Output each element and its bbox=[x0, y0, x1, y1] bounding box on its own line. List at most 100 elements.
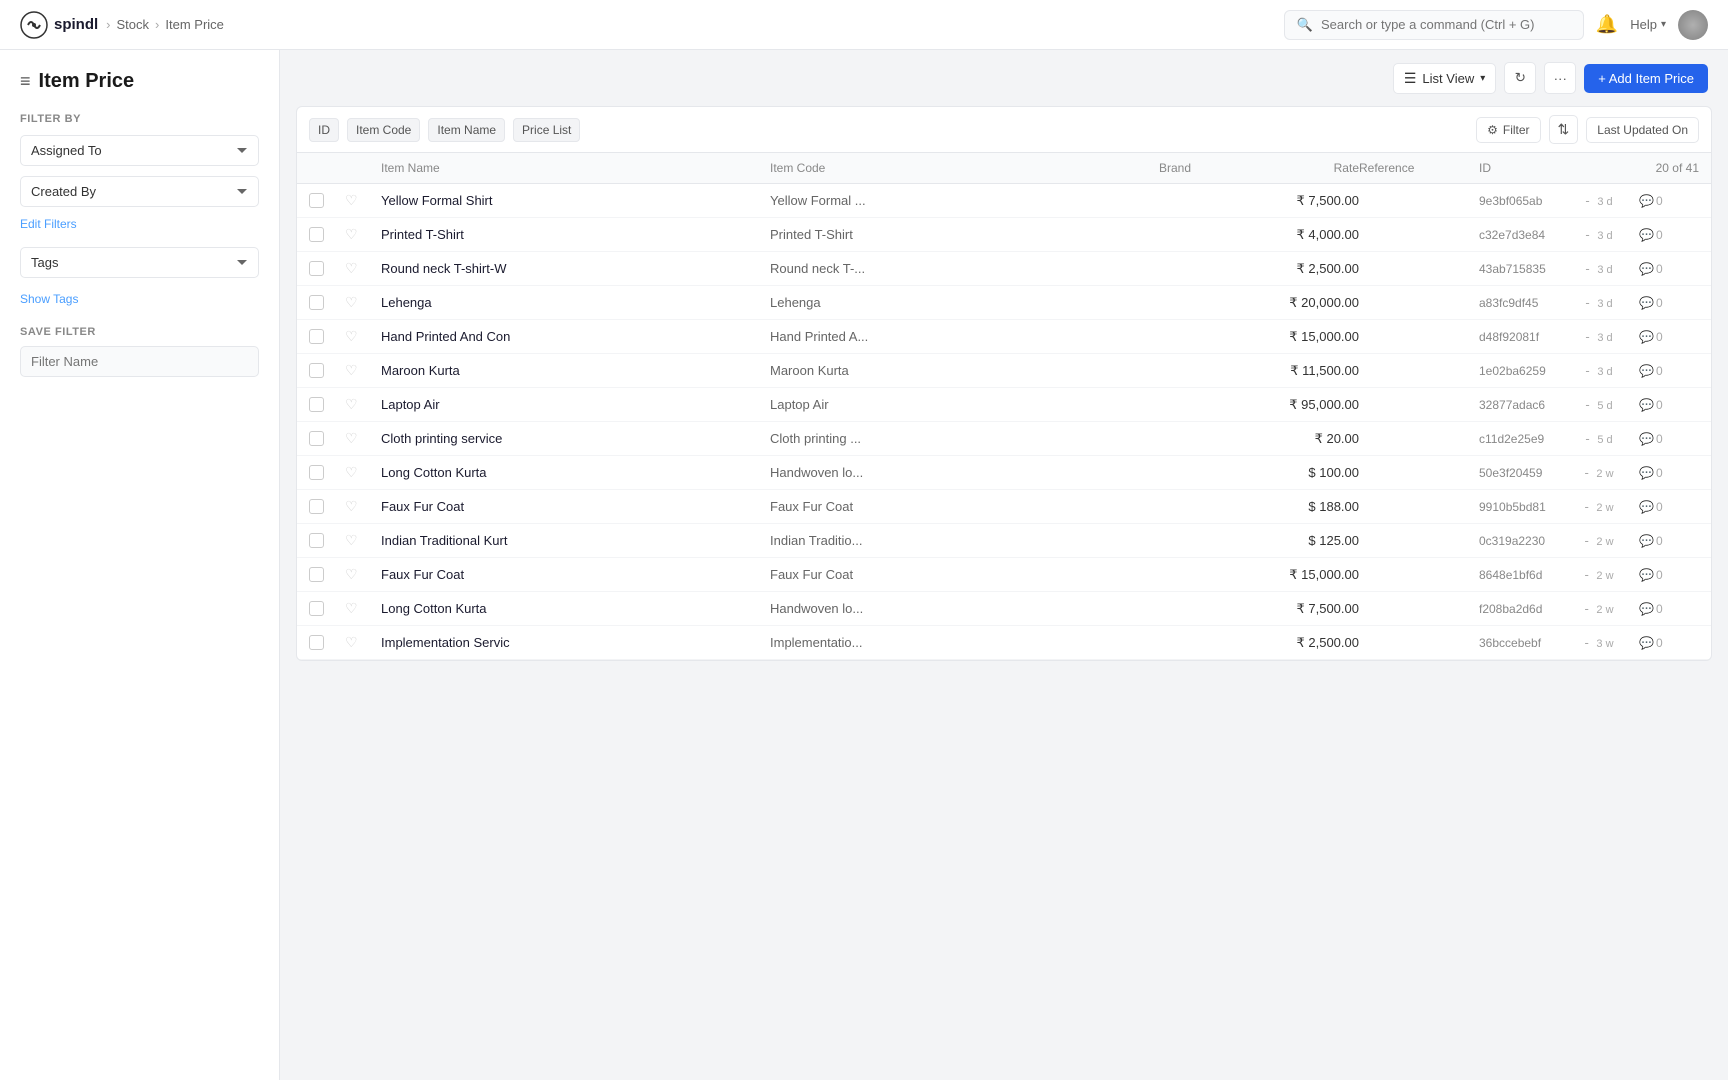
tags-select[interactable]: Tags bbox=[20, 247, 259, 278]
row-checkbox[interactable] bbox=[309, 193, 324, 208]
header-brand: Brand bbox=[1159, 161, 1259, 175]
table-row[interactable]: ♡ Hand Printed And Con Hand Printed A...… bbox=[297, 320, 1711, 354]
row-checkbox[interactable] bbox=[309, 601, 324, 616]
row-checkbox[interactable] bbox=[309, 261, 324, 276]
row-dash: - 3 d bbox=[1559, 295, 1639, 310]
row-checkbox-cell bbox=[309, 193, 345, 208]
favorite-icon[interactable]: ♡ bbox=[345, 464, 358, 480]
table-header: Item Name Item Code Brand Rate Reference… bbox=[297, 153, 1711, 184]
row-checkbox-cell bbox=[309, 431, 345, 446]
list-view-button[interactable]: ☰ List View ▾ bbox=[1393, 63, 1496, 94]
item-name-filter-tag[interactable]: Item Name bbox=[428, 118, 505, 142]
table-row[interactable]: ♡ Cloth printing service Cloth printing … bbox=[297, 422, 1711, 456]
table-row[interactable]: ♡ Yellow Formal Shirt Yellow Formal ... … bbox=[297, 184, 1711, 218]
list-view-icon: ☰ bbox=[1404, 70, 1417, 87]
item-name-filter-label: Item Name bbox=[437, 123, 496, 137]
row-item-code: Implementatio... bbox=[770, 635, 1159, 650]
avatar[interactable] bbox=[1678, 10, 1708, 40]
created-by-select[interactable]: Created By bbox=[20, 176, 259, 207]
table-row[interactable]: ♡ Printed T-Shirt Printed T-Shirt ₹ 4,00… bbox=[297, 218, 1711, 252]
table-row[interactable]: ♡ Maroon Kurta Maroon Kurta ₹ 11,500.00 … bbox=[297, 354, 1711, 388]
assigned-to-select[interactable]: Assigned To bbox=[20, 135, 259, 166]
row-checkbox[interactable] bbox=[309, 465, 324, 480]
favorite-icon[interactable]: ♡ bbox=[345, 498, 358, 514]
favorite-icon[interactable]: ♡ bbox=[345, 634, 358, 650]
row-fav-cell: ♡ bbox=[345, 464, 381, 481]
row-checkbox[interactable] bbox=[309, 533, 324, 548]
last-updated-button[interactable]: Last Updated On bbox=[1586, 117, 1699, 143]
filter-bar-right: ⚙ Filter ⇅ Last Updated On bbox=[1476, 115, 1699, 144]
row-rate: ₹ 11,500.00 bbox=[1259, 363, 1359, 379]
favorite-icon[interactable]: ♡ bbox=[345, 362, 358, 378]
row-item-name: Printed T-Shirt bbox=[381, 227, 770, 242]
table-row[interactable]: ♡ Long Cotton Kurta Handwoven lo... $ 10… bbox=[297, 456, 1711, 490]
breadcrumb-stock[interactable]: Stock bbox=[117, 17, 150, 32]
breadcrumb-sep-2: › bbox=[155, 17, 159, 32]
refresh-button[interactable]: ↻ bbox=[1504, 62, 1536, 94]
save-filter-section: Save Filter bbox=[20, 326, 259, 377]
row-checkbox[interactable] bbox=[309, 499, 324, 514]
row-checkbox[interactable] bbox=[309, 431, 324, 446]
favorite-icon[interactable]: ♡ bbox=[345, 226, 358, 242]
filter-name-input[interactable] bbox=[20, 346, 259, 377]
row-id: c11d2e25e9 bbox=[1479, 432, 1559, 446]
row-comments: 💬 0 bbox=[1639, 432, 1699, 446]
row-checkbox[interactable] bbox=[309, 567, 324, 582]
table-row[interactable]: ♡ Implementation Servic Implementatio...… bbox=[297, 626, 1711, 660]
avatar-image bbox=[1678, 10, 1708, 40]
table-row[interactable]: ♡ Faux Fur Coat Faux Fur Coat $ 188.00 9… bbox=[297, 490, 1711, 524]
comment-icon: 💬 bbox=[1639, 330, 1654, 344]
row-rate: ₹ 20.00 bbox=[1259, 431, 1359, 447]
row-fav-cell: ♡ bbox=[345, 226, 381, 243]
favorite-icon[interactable]: ♡ bbox=[345, 294, 358, 310]
favorite-icon[interactable]: ♡ bbox=[345, 328, 358, 344]
favorite-icon[interactable]: ♡ bbox=[345, 396, 358, 412]
favorite-icon[interactable]: ♡ bbox=[345, 260, 358, 276]
row-item-code: Faux Fur Coat bbox=[770, 567, 1159, 582]
row-rate: $ 125.00 bbox=[1259, 533, 1359, 548]
search-bar[interactable]: 🔍 bbox=[1284, 10, 1584, 40]
toolbar: ☰ List View ▾ ↻ ··· + Add Item Price bbox=[280, 50, 1728, 106]
table-row[interactable]: ♡ Faux Fur Coat Faux Fur Coat ₹ 15,000.0… bbox=[297, 558, 1711, 592]
row-comments: 💬 0 bbox=[1639, 602, 1699, 616]
id-filter-tag[interactable]: ID bbox=[309, 118, 339, 142]
price-list-filter-tag[interactable]: Price List bbox=[513, 118, 580, 142]
row-rate: $ 100.00 bbox=[1259, 465, 1359, 480]
row-checkbox[interactable] bbox=[309, 397, 324, 412]
table-row[interactable]: ♡ Long Cotton Kurta Handwoven lo... ₹ 7,… bbox=[297, 592, 1711, 626]
favorite-icon[interactable]: ♡ bbox=[345, 430, 358, 446]
edit-filters-link[interactable]: Edit Filters bbox=[20, 217, 259, 231]
breadcrumb-item-price[interactable]: Item Price bbox=[165, 17, 224, 32]
notification-bell-icon[interactable]: 🔔 bbox=[1596, 14, 1618, 35]
table-row[interactable]: ♡ Laptop Air Laptop Air ₹ 95,000.00 3287… bbox=[297, 388, 1711, 422]
row-checkbox[interactable] bbox=[309, 635, 324, 650]
comment-icon: 💬 bbox=[1639, 534, 1654, 548]
favorite-icon[interactable]: ♡ bbox=[345, 532, 358, 548]
table-row[interactable]: ♡ Indian Traditional Kurt Indian Traditi… bbox=[297, 524, 1711, 558]
row-checkbox-cell bbox=[309, 499, 345, 514]
hamburger-icon[interactable]: ≡ bbox=[20, 71, 31, 92]
row-checkbox[interactable] bbox=[309, 329, 324, 344]
row-item-code: Cloth printing ... bbox=[770, 431, 1159, 446]
sort-button[interactable]: ⇅ bbox=[1549, 115, 1579, 144]
favorite-icon[interactable]: ♡ bbox=[345, 566, 358, 582]
row-dash: - 2 w bbox=[1559, 567, 1639, 582]
row-checkbox[interactable] bbox=[309, 363, 324, 378]
logo[interactable]: spindl bbox=[20, 11, 98, 39]
search-input[interactable] bbox=[1321, 17, 1571, 32]
show-tags-link[interactable]: Show Tags bbox=[20, 292, 259, 306]
add-item-price-button[interactable]: + Add Item Price bbox=[1584, 64, 1708, 93]
row-item-name: Indian Traditional Kurt bbox=[381, 533, 770, 548]
help-button[interactable]: Help ▾ bbox=[1630, 17, 1666, 32]
favorite-icon[interactable]: ♡ bbox=[345, 600, 358, 616]
table-container: ID Item Code Item Name Price List ⚙ Filt… bbox=[280, 106, 1728, 1080]
table-row[interactable]: ♡ Lehenga Lehenga ₹ 20,000.00 a83fc9df45… bbox=[297, 286, 1711, 320]
item-code-filter-tag[interactable]: Item Code bbox=[347, 118, 420, 142]
row-checkbox[interactable] bbox=[309, 295, 324, 310]
filter-button[interactable]: ⚙ Filter bbox=[1476, 117, 1540, 143]
favorite-icon[interactable]: ♡ bbox=[345, 192, 358, 208]
row-checkbox[interactable] bbox=[309, 227, 324, 242]
table-row[interactable]: ♡ Round neck T-shirt-W Round neck T-... … bbox=[297, 252, 1711, 286]
more-options-button[interactable]: ··· bbox=[1544, 62, 1576, 94]
comment-count: 0 bbox=[1656, 398, 1663, 412]
